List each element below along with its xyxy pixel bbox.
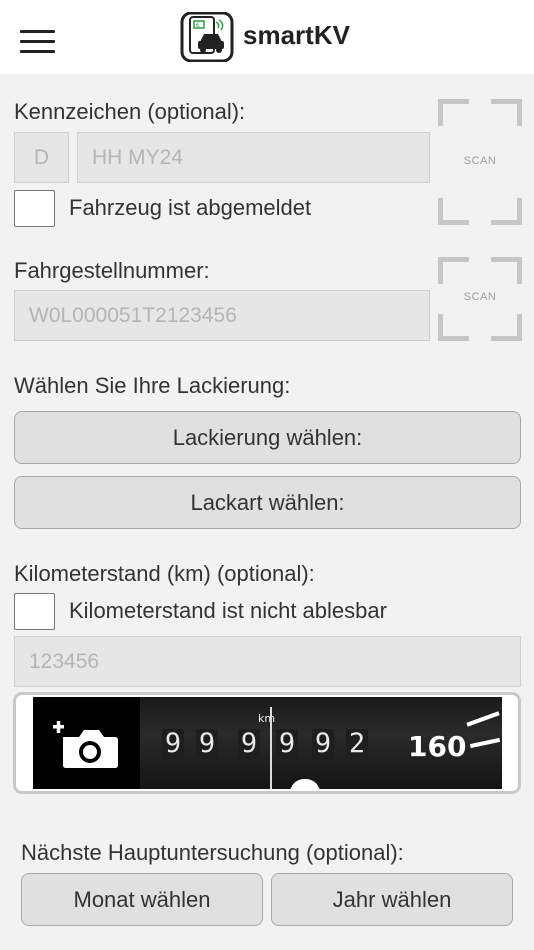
paint-color-button[interactable]: Lackierung wählen: [14,411,521,464]
app-header: € smartKV [0,0,534,74]
odometer-digit: 9 [238,729,260,759]
odometer-digit: 9 [196,729,218,759]
deregistered-checkbox[interactable] [14,190,55,227]
vin-scan-button[interactable]: SCAN [438,257,522,341]
vin-label: Fahrgestellnummer: [14,258,210,283]
vin-scan-label: SCAN [463,291,497,303]
add-photo-panel [33,697,140,789]
inspection-month-button[interactable]: Monat wählen [21,873,263,926]
odometer-digit: 9 [276,729,298,759]
inspection-year-button[interactable]: Jahr wählen [271,873,513,926]
inspection-label: Nächste Hauptuntersuchung (optional): [21,840,404,865]
odometer-digit: 9 [312,729,334,759]
mileage-unreadable-label: Kilometerstand ist nicht ablesbar [69,598,387,623]
odometer-needle [270,707,272,789]
deregistered-label: Fahrzeug ist abgemeldet [69,195,312,220]
smartkv-logo-icon: € [180,12,234,62]
vin-input[interactable]: W0L000051T2123456 [14,290,430,341]
hamburger-menu-icon[interactable] [20,30,55,56]
mileage-unreadable-checkbox[interactable] [14,593,55,630]
paint-label: Wählen Sie Ihre Lackierung: [14,373,291,398]
plate-scan-button[interactable]: SCAN [438,99,522,225]
plate-country-input[interactable]: D [14,132,69,183]
odometer-photo: km 9 9 9 9 9 2 160 [33,697,502,789]
dashboard-indicator [290,779,320,789]
odometer-digit: 2 [346,729,368,759]
odometer-unit: km [258,712,276,725]
odometer-photo-button[interactable]: km 9 9 9 9 9 2 160 [13,692,521,794]
speedometer-tick [469,737,501,749]
odometer-digit: 9 [162,729,184,759]
svg-text:€: € [196,22,200,29]
plate-scan-label: SCAN [463,155,497,167]
add-photo-camera-icon [53,721,118,768]
mileage-input[interactable]: 123456 [14,636,521,687]
plate-number-input[interactable]: HH MY24 [77,132,430,183]
plate-label: Kennzeichen (optional): [14,99,246,124]
paint-type-button[interactable]: Lackart wählen: [14,476,521,529]
speedometer-tick [466,711,500,727]
odometer-dashboard: km 9 9 9 9 9 2 160 [140,697,502,789]
app-title: smartKV [243,20,350,50]
speedometer-label: 160 [408,730,467,763]
mileage-label: Kilometerstand (km) (optional): [14,561,315,586]
